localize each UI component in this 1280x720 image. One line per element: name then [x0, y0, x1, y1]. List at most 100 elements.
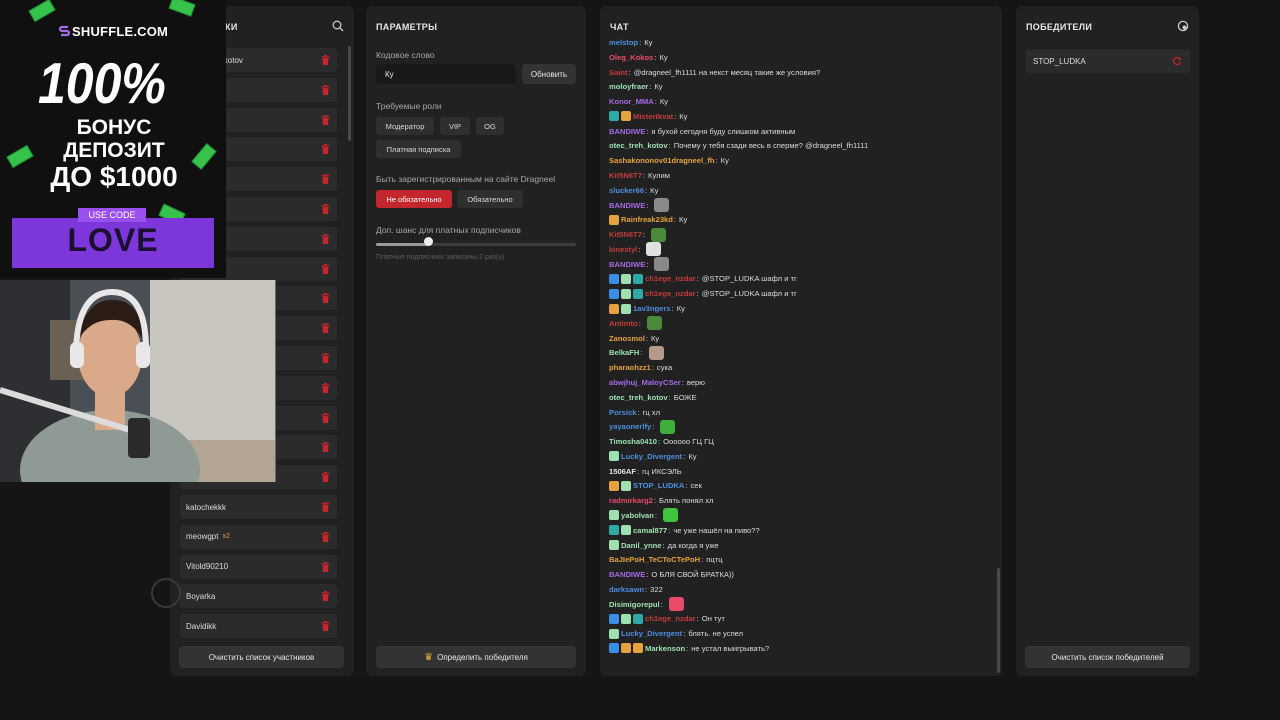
chat-message: melstop: Ку	[609, 38, 653, 47]
chat-message: BANDIWE:	[609, 257, 670, 272]
chat-username[interactable]: Saint	[609, 68, 628, 77]
chat-username[interactable]: Antimto	[609, 319, 638, 328]
chat-emote-icon	[663, 508, 679, 523]
role-og-toggle[interactable]: OG	[476, 117, 504, 135]
participants-scrollbar[interactable]	[348, 46, 351, 141]
trash-icon[interactable]	[321, 621, 330, 632]
chat-text: 322	[650, 584, 663, 594]
chat-username[interactable]: ch1ege_nzdar	[645, 614, 696, 623]
chat-username[interactable]: Mistertkvat	[633, 112, 673, 121]
chat-username[interactable]: yayaonerlfy	[609, 422, 651, 431]
chat-badge-icon	[621, 303, 631, 314]
chat-username[interactable]: BANDIWE	[609, 127, 645, 136]
chance-slider-thumb[interactable]	[424, 237, 433, 246]
reroll-icon[interactable]	[1172, 56, 1182, 66]
chat-username[interactable]: Markenson	[645, 644, 685, 653]
chat-username[interactable]: Danil_ynne	[621, 541, 662, 550]
chat-username[interactable]: Lucky_Divergent	[621, 452, 682, 461]
chat-username[interactable]: radmirkarg2	[609, 496, 653, 505]
trash-icon[interactable]	[321, 114, 330, 125]
chat-username[interactable]: yabolvan	[621, 511, 654, 520]
chat-username[interactable]: pharaohzz1	[609, 363, 651, 372]
chat-text: пцтц	[706, 555, 723, 565]
chat-username[interactable]: Porsick	[609, 408, 636, 417]
trash-icon[interactable]	[321, 531, 330, 542]
clear-participants-button[interactable]: Очистить список участников	[179, 646, 344, 668]
chat-username[interactable]: 1av3ngers	[633, 304, 671, 313]
trash-icon[interactable]	[321, 55, 330, 65]
pick-winner-button[interactable]: ♛ Определить победителя	[376, 646, 576, 668]
chat-username[interactable]: BANDIWE	[609, 260, 645, 269]
trash-icon[interactable]	[321, 323, 330, 334]
trash-icon[interactable]	[321, 412, 330, 423]
chat-username[interactable]: STOP_LUDKA	[633, 481, 684, 490]
trash-icon[interactable]	[321, 233, 330, 244]
trash-icon[interactable]	[321, 174, 330, 185]
trash-icon[interactable]	[321, 293, 330, 304]
chat-username[interactable]: slucker66	[609, 186, 644, 195]
chat-badge-icon	[609, 273, 619, 284]
trash-icon[interactable]	[321, 144, 330, 155]
role-paid-sub-toggle[interactable]: Платная подписка	[376, 140, 461, 158]
chance-slider-track[interactable]	[376, 243, 576, 246]
trash-icon[interactable]	[321, 204, 330, 214]
chat-bubble-icon[interactable]	[1177, 20, 1189, 32]
keyword-input[interactable]: Ку	[376, 64, 516, 84]
chat-username[interactable]: ch1ege_nzdar	[645, 289, 696, 298]
role-vip-toggle[interactable]: VIP	[440, 117, 470, 135]
chat-message: ch1ege_nzdar: @STOP_LUDKA шафл и тг	[609, 272, 797, 285]
chat-message: 1506AF: гц ИКСЭЛЬ	[609, 466, 682, 476]
chat-username[interactable]: Kit5N6T7	[609, 230, 642, 239]
not-required-option[interactable]: Не обязательно	[376, 190, 452, 208]
chat-username[interactable]: Oleg_Kokos	[609, 53, 653, 62]
trash-icon[interactable]	[321, 84, 330, 95]
chat-username[interactable]: Lucky_Divergent	[621, 629, 682, 638]
search-icon[interactable]	[332, 20, 344, 32]
chat-username[interactable]: BANDIWE	[609, 570, 645, 579]
chat-username[interactable]: Timosha0410	[609, 437, 657, 446]
trash-icon[interactable]	[321, 442, 330, 453]
chat-username[interactable]: BaJIePoH_TeCToCTePoH	[609, 555, 700, 564]
chat-username[interactable]: 1506AF	[609, 467, 636, 476]
clear-winners-button[interactable]: Очистить список победителей	[1025, 646, 1190, 668]
chat-text: не устал выигрывать?	[691, 643, 770, 653]
chat-username[interactable]: Kit5N6T7	[609, 171, 642, 180]
params-panel: ПАРАМЕТРЫ Кодовое слово Ку Обновить Треб…	[366, 6, 586, 676]
chat-username[interactable]: darksawn	[609, 585, 644, 594]
chat-text: Ку	[688, 451, 697, 461]
chat-username[interactable]: ch1ege_nzdar	[645, 274, 696, 283]
chat-text: О БЛЯ СВОЙ БРАТКА))	[651, 570, 734, 580]
chat-username[interactable]: melstop	[609, 38, 638, 47]
chat-username[interactable]: moloyfraer	[609, 82, 648, 91]
trash-icon[interactable]	[321, 263, 330, 274]
chat-username[interactable]: otec_treh_kotov	[609, 141, 668, 150]
chat-username[interactable]: Disimigorepul	[609, 600, 660, 609]
trash-icon[interactable]	[321, 382, 330, 393]
trash-icon[interactable]	[321, 591, 330, 602]
trash-icon[interactable]	[321, 353, 330, 363]
trash-icon[interactable]	[321, 561, 330, 572]
chat-username[interactable]: Konor_MMA	[609, 97, 654, 106]
chat-username[interactable]: BelkaFH	[609, 348, 639, 357]
chat-username[interactable]: Sashakononov01dragneel_fh	[609, 156, 715, 165]
chat-message: ch1ege_nzdar: @STOP_LUDKA шафл и тг	[609, 287, 797, 300]
chat-username[interactable]: BANDIWE	[609, 201, 645, 210]
ad-brand: SHUFFLE.COM	[72, 24, 169, 39]
chat-username[interactable]: Zanosmol	[609, 334, 645, 343]
chat-username[interactable]: camal877	[633, 526, 667, 535]
trash-icon[interactable]	[321, 502, 330, 512]
chat-emote-icon	[651, 227, 667, 242]
chat-username[interactable]: abwjhuj_MaloyCSer	[609, 378, 681, 387]
ad-line-1: БОНУС ДЕПОЗИТ	[63, 116, 165, 162]
chat-scrollbar[interactable]	[997, 568, 1000, 673]
chat-username[interactable]: otec_treh_kotov	[609, 393, 668, 402]
chat-text: Ку	[659, 97, 669, 107]
required-option[interactable]: Обязательно	[457, 190, 523, 208]
role-moderator-toggle[interactable]: Модератор	[376, 117, 434, 135]
chat-message: Konor_MMA: Ку	[609, 97, 669, 107]
update-button[interactable]: Обновить	[522, 64, 576, 84]
chat-username[interactable]: Rainfreak23kd	[621, 215, 673, 224]
chat-username[interactable]: kinestyl	[609, 245, 637, 254]
chat-message: Kit5N6T7: Кулим	[609, 171, 670, 181]
trash-icon[interactable]	[321, 472, 330, 483]
